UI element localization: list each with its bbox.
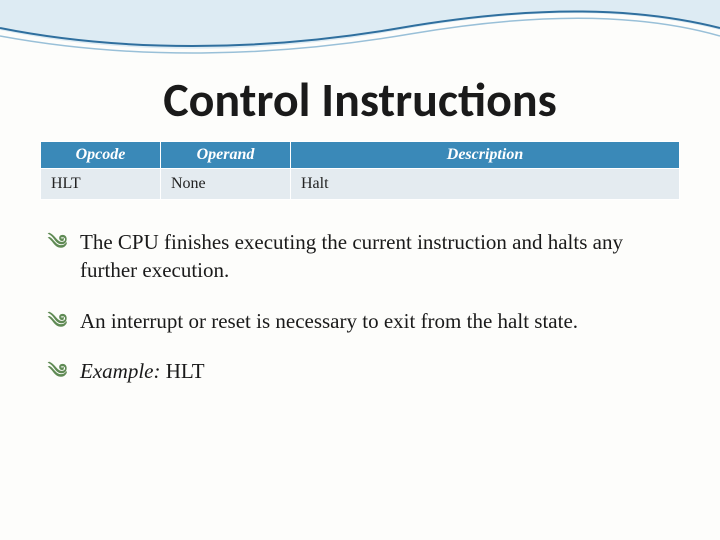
bullet-text: The CPU finishes executing the current i… bbox=[80, 230, 623, 282]
example-label: Example: bbox=[80, 359, 160, 383]
bullet-item-2: ༄ An interrupt or reset is necessary to … bbox=[48, 307, 680, 335]
table-header-row: Opcode Operand Description bbox=[41, 142, 680, 169]
slide-content: Control Instructions Opcode Operand Desc… bbox=[0, 0, 720, 540]
bullet-item-3: ༄ Example: HLT bbox=[48, 357, 680, 385]
slide-title: Control Instructions bbox=[40, 70, 680, 129]
instruction-table: Opcode Operand Description HLT None Halt bbox=[40, 141, 680, 200]
swirl-icon: ༄ bbox=[48, 309, 67, 336]
col-opcode: Opcode bbox=[41, 142, 161, 169]
bullet-text: An interrupt or reset is necessary to ex… bbox=[80, 309, 578, 333]
col-operand: Operand bbox=[161, 142, 291, 169]
bullet-item-1: ༄ The CPU finishes executing the current… bbox=[48, 228, 680, 285]
swirl-icon: ༄ bbox=[48, 359, 67, 386]
example-value: HLT bbox=[160, 359, 204, 383]
col-description: Description bbox=[291, 142, 680, 169]
table-row: HLT None Halt bbox=[41, 169, 680, 200]
cell-operand: None bbox=[161, 169, 291, 200]
bullet-list: ༄ The CPU finishes executing the current… bbox=[40, 228, 680, 385]
swirl-icon: ༄ bbox=[48, 230, 67, 257]
cell-opcode: HLT bbox=[41, 169, 161, 200]
cell-description: Halt bbox=[291, 169, 680, 200]
